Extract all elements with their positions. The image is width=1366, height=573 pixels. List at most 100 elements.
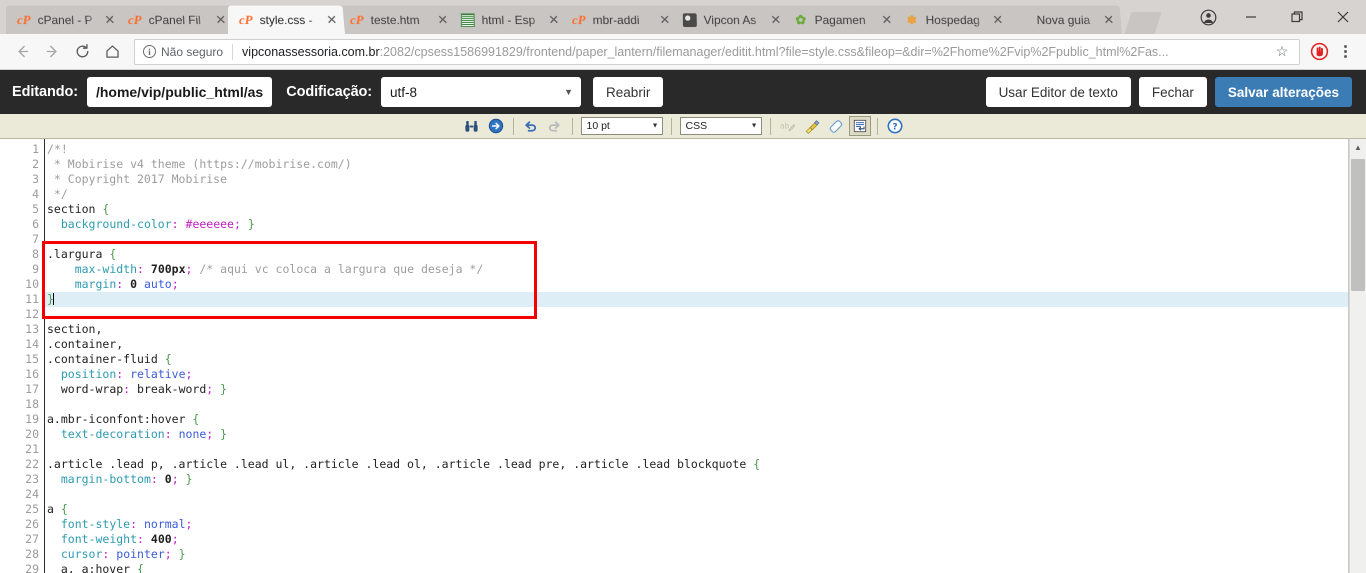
code-line[interactable]: font-weight: 400; bbox=[45, 532, 1366, 547]
code-line[interactable]: */ bbox=[45, 187, 1366, 202]
tab-title: cPanel Fil bbox=[148, 12, 202, 27]
code-content[interactable]: /*! * Mobirise v4 theme (https://mobiris… bbox=[45, 139, 1366, 573]
bookmark-star-icon[interactable]: ☆ bbox=[1271, 43, 1293, 60]
browser-tab-8[interactable]: ✿ Pagamen ✕ bbox=[783, 5, 900, 34]
close-tab-icon[interactable]: ✕ bbox=[101, 12, 118, 28]
code-line[interactable]: text-decoration: none; } bbox=[45, 427, 1366, 442]
code-line[interactable] bbox=[45, 397, 1366, 412]
code-line[interactable]: * Copyright 2017 Mobirise bbox=[45, 172, 1366, 187]
encoding-value: utf-8 bbox=[390, 84, 418, 100]
close-window-button[interactable] bbox=[1320, 1, 1366, 33]
line-number: 27 bbox=[25, 532, 39, 546]
code-line[interactable]: .article .lead p, .article .lead ul, .ar… bbox=[45, 457, 1366, 472]
close-tab-icon[interactable]: ✕ bbox=[434, 12, 451, 28]
code-line[interactable]: .largura { bbox=[45, 247, 1366, 262]
editing-label: Editando: bbox=[12, 84, 78, 100]
code-line[interactable] bbox=[45, 487, 1366, 502]
tab-title: teste.htm bbox=[370, 12, 420, 27]
eraser-icon[interactable] bbox=[825, 116, 847, 136]
toolbar-separator bbox=[670, 117, 672, 135]
code-line[interactable]: margin: 0 auto; bbox=[45, 277, 1366, 292]
profile-avatar-icon[interactable] bbox=[1188, 1, 1228, 33]
binoculars-find-icon[interactable] bbox=[461, 116, 483, 136]
line-number: 9 bbox=[32, 262, 39, 276]
browser-tab-6[interactable]: cP mbr-addi ✕ bbox=[561, 5, 678, 34]
window-controls bbox=[1188, 0, 1366, 34]
code-editor-area[interactable]: 1 2 3 4 5 6 7 8 9 10 11 12 13 14 15 16 17 18 19 20 21 22 23 24 2… bbox=[0, 139, 1366, 573]
file-path-field[interactable]: /home/vip/public_html/as bbox=[86, 77, 273, 107]
help-question-icon[interactable]: ? bbox=[884, 116, 906, 136]
code-line[interactable]: .container-fluid { bbox=[45, 352, 1366, 367]
tab-title: cPanel - P bbox=[37, 12, 93, 27]
close-tab-icon[interactable]: ✕ bbox=[545, 12, 562, 28]
close-tab-icon[interactable]: ✕ bbox=[989, 12, 1006, 28]
code-line[interactable]: font-style: normal; bbox=[45, 517, 1366, 532]
save-changes-button[interactable]: Salvar alterações bbox=[1214, 77, 1352, 107]
code-line[interactable]: .container, bbox=[45, 337, 1366, 352]
code-line[interactable]: word-wrap: break-word; } bbox=[45, 382, 1366, 397]
close-tab-icon[interactable]: ✕ bbox=[878, 12, 895, 28]
use-text-editor-button[interactable]: Usar Editor de texto bbox=[985, 77, 1131, 107]
browser-tab-4[interactable]: cP teste.htm ✕ bbox=[339, 5, 456, 34]
code-line[interactable]: a, a:hover { bbox=[45, 562, 1366, 573]
back-icon[interactable] bbox=[8, 38, 36, 66]
code-line[interactable] bbox=[45, 442, 1366, 457]
code-line[interactable]: background-color: #eeeeee; } bbox=[45, 217, 1366, 232]
browser-tab-7[interactable]: Vipcon As ✕ bbox=[672, 5, 789, 34]
code-line[interactable]: margin-bottom: 0; } bbox=[45, 472, 1366, 487]
home-icon[interactable] bbox=[98, 38, 126, 66]
code-line[interactable] bbox=[45, 307, 1366, 322]
reload-icon[interactable] bbox=[68, 38, 96, 66]
undo-icon[interactable] bbox=[520, 116, 542, 136]
new-tab-button[interactable] bbox=[1124, 12, 1162, 34]
line-number: 12 bbox=[25, 307, 39, 321]
browser-tab-1[interactable]: cP cPanel - P ✕ bbox=[6, 5, 123, 34]
svg-text:?: ? bbox=[892, 122, 897, 132]
browser-tab-5[interactable]: html - Esp ✕ bbox=[450, 5, 567, 34]
browser-tab-9[interactable]: ✽ Hospedag ✕ bbox=[894, 5, 1011, 34]
code-line[interactable]: cursor: pointer; } bbox=[45, 547, 1366, 562]
editor-scrollbar[interactable]: ▲ bbox=[1349, 139, 1366, 573]
encoding-select[interactable]: utf-8 ▼ bbox=[381, 77, 582, 107]
browser-tab-3-active[interactable]: cP style.css - ✕ bbox=[228, 5, 345, 34]
code-line[interactable]: position: relative; bbox=[45, 367, 1366, 382]
browser-tab-10[interactable]: Nova guia ✕ bbox=[1005, 5, 1122, 34]
code-line[interactable]: a.mbr-iconfont:hover { bbox=[45, 412, 1366, 427]
close-editor-button[interactable]: Fechar bbox=[1138, 77, 1207, 107]
code-line[interactable]: section { bbox=[45, 202, 1366, 217]
security-status[interactable]: i Não seguro bbox=[143, 45, 223, 59]
minimize-button[interactable] bbox=[1228, 1, 1274, 33]
syntax-mode-select[interactable]: CSS ▼ bbox=[679, 117, 762, 135]
code-line[interactable]: } bbox=[45, 292, 1366, 307]
paintbrush-icon[interactable] bbox=[801, 116, 823, 136]
omnibox-divider bbox=[232, 43, 234, 60]
svg-text:ab: ab bbox=[780, 121, 790, 130]
close-tab-icon[interactable]: ✕ bbox=[767, 12, 784, 28]
three-dot-menu-icon[interactable] bbox=[1332, 45, 1358, 58]
browser-tab-2[interactable]: cP cPanel Fil ✕ bbox=[117, 5, 234, 34]
line-number: 22 bbox=[25, 457, 39, 471]
code-line[interactable]: max-width: 700px; /* aqui vc coloca a la… bbox=[45, 262, 1366, 277]
close-tab-icon[interactable]: ✕ bbox=[656, 12, 673, 28]
code-line[interactable]: * Mobirise v4 theme (https://mobirise.co… bbox=[45, 157, 1366, 172]
tab-title: Nova guia bbox=[1036, 12, 1091, 27]
address-bar[interactable]: i Não seguro vipconassessoria.com.br:208… bbox=[134, 38, 1300, 65]
goto-line-icon[interactable] bbox=[485, 116, 507, 136]
code-line[interactable]: /*! bbox=[45, 142, 1366, 157]
line-wrap-icon[interactable] bbox=[848, 116, 871, 136]
forward-icon[interactable] bbox=[38, 38, 66, 66]
adblock-hand-icon[interactable] bbox=[1306, 42, 1332, 61]
scroll-up-icon[interactable]: ▲ bbox=[1350, 139, 1366, 156]
maximize-button[interactable] bbox=[1274, 1, 1320, 33]
redo-icon bbox=[544, 116, 566, 136]
close-tab-icon[interactable]: ✕ bbox=[323, 12, 340, 28]
close-tab-icon[interactable]: ✕ bbox=[1100, 12, 1117, 28]
code-line[interactable]: section, bbox=[45, 322, 1366, 337]
code-line[interactable] bbox=[45, 232, 1366, 247]
font-size-select[interactable]: 10 pt ▼ bbox=[580, 117, 663, 135]
reopen-button[interactable]: Reabrir bbox=[593, 77, 664, 107]
code-line[interactable]: a { bbox=[45, 502, 1366, 517]
line-number: 2 bbox=[32, 157, 39, 171]
close-tab-icon[interactable]: ✕ bbox=[212, 12, 229, 28]
scrollbar-thumb[interactable] bbox=[1351, 159, 1365, 291]
